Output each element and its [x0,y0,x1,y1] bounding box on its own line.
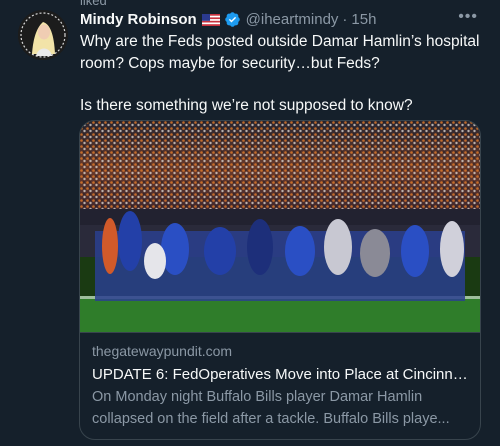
separator-dot: · [342,10,348,28]
tweet-header: Mindy Robinson @iheartmindy · 15h [80,9,480,29]
display-name[interactable]: Mindy Robinson [80,11,197,28]
card-title: UPDATE 6: FedOperatives Move into Place … [92,366,468,383]
avatar-image [18,10,68,60]
tweet-text-paragraph: Is there something we’re not supposed to… [80,97,413,114]
tweet-text-paragraph: Why are the Feds posted outside Damar Ha… [80,33,480,72]
tweet-text: Why are the Feds posted outside Damar Ha… [80,31,485,117]
card-domain: thegatewaypundit.com [92,343,233,359]
more-options-icon[interactable]: ••• [458,9,478,25]
card-description: On Monday night Buffalo Bills player Dam… [92,389,423,405]
card-image [80,121,480,332]
avatar[interactable] [18,10,68,60]
link-card[interactable]: thegatewaypundit.com UPDATE 6: FedOperat… [79,120,481,440]
card-description: collapsed on the field after a tackle. B… [92,411,450,427]
verified-badge-icon [224,11,241,28]
us-flag-icon [201,13,220,26]
tweet-timestamp[interactable]: 15h [351,11,376,28]
user-handle[interactable]: @iheartmindy [246,11,339,28]
social-context-label: liked [80,0,107,8]
card-body: thegatewaypundit.com UPDATE 6: FedOperat… [80,332,480,429]
